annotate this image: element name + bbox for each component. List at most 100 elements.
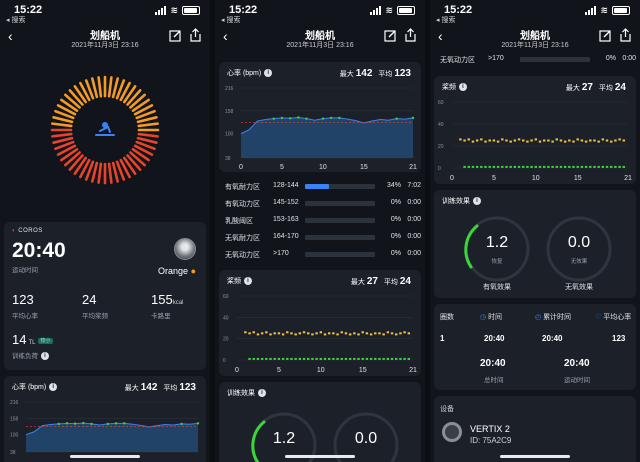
hr-chart-title: 心率 (bpm) — [227, 70, 262, 77]
status-icons: ≋ — [370, 5, 415, 16]
hr-y-tick: 38 — [10, 450, 16, 456]
stroke-point — [340, 331, 343, 334]
stroke-y-tick: 0 — [223, 358, 226, 364]
edit-icon[interactable] — [599, 29, 612, 42]
stroke-point — [538, 165, 542, 168]
hr-x-tick: 10 — [319, 164, 327, 171]
ring-segment — [97, 162, 103, 184]
stroke-point — [252, 357, 255, 360]
moving-time-value: 20:40 — [564, 358, 590, 369]
zone-bar — [305, 184, 375, 189]
zone-bar — [520, 57, 590, 62]
hr-x-tick: 15 — [360, 164, 368, 171]
zone-time: 0:00 — [407, 216, 421, 223]
info-icon[interactable]: i — [264, 69, 273, 78]
stroke-point — [551, 140, 554, 143]
zone-row: 无氧动力区 >170 0% 0:00 — [225, 250, 421, 260]
stroke-point — [551, 165, 554, 168]
device-card[interactable]: 设备 VERTIX 2 ID: 75A2C9 — [434, 396, 636, 462]
edit-icon[interactable] — [169, 29, 182, 42]
stroke-point — [269, 357, 272, 360]
ring-segment — [51, 132, 73, 138]
ring-segment — [52, 116, 74, 124]
hr-chart-stats: 最大 142 平均 123 — [124, 382, 196, 393]
stroke-point — [584, 165, 588, 168]
stroke-point — [382, 357, 385, 360]
info-icon[interactable]: i — [244, 277, 252, 286]
share-icon[interactable] — [189, 28, 202, 42]
edit-icon[interactable] — [384, 29, 397, 42]
zone-percent: 0% — [390, 216, 401, 223]
stroke-point — [568, 165, 571, 168]
stroke-point — [369, 333, 373, 336]
hr-peak-point — [57, 422, 60, 426]
info-icon[interactable]: i — [459, 83, 467, 92]
stroke-point — [614, 165, 617, 168]
stroke-point — [593, 139, 596, 142]
stroke-chart: 60 40 20 0 0 5 10 15 21 — [438, 100, 632, 182]
hr-y-tick: 158 — [10, 416, 19, 422]
calories-value: 155kcal — [151, 292, 184, 307]
hr-peak-point — [272, 117, 275, 120]
stroke-point — [463, 165, 466, 168]
hr-y-tick: 158 — [225, 109, 234, 115]
home-indicator — [285, 455, 355, 458]
stroke-point — [559, 165, 563, 168]
training-effect-card: 训练效果 i 1.2 0.0 — [219, 382, 421, 462]
avatar[interactable] — [174, 238, 196, 260]
info-icon[interactable]: i — [49, 383, 58, 392]
stroke-point — [517, 165, 521, 168]
stroke-point — [471, 165, 475, 168]
stroke-chart-stats: 最大 27 平均 24 — [350, 276, 411, 287]
stroke-point — [273, 357, 276, 360]
home-indicator — [70, 455, 140, 458]
share-icon[interactable] — [619, 28, 632, 42]
stroke-point — [589, 165, 592, 168]
battery-icon — [397, 6, 415, 15]
hr-y-tick: 38 — [225, 156, 231, 162]
stroke-point — [395, 333, 398, 336]
stroke-point — [307, 332, 310, 335]
stroke-point — [336, 357, 339, 360]
zone-bar — [305, 235, 375, 240]
stroke-point — [496, 140, 500, 143]
stroke-point — [509, 165, 512, 168]
stroke-point — [542, 139, 546, 142]
stroke-point — [294, 333, 297, 336]
stroke-point — [522, 139, 525, 142]
ring-segment — [136, 136, 158, 144]
device-name: VERTIX 2 — [470, 424, 510, 434]
hr-peak-point — [123, 422, 126, 425]
lap-avg-hr: 123 — [612, 334, 626, 343]
zone-name: 有氧动力区 — [225, 201, 260, 208]
stroke-point — [622, 165, 626, 168]
signal-icon — [585, 6, 597, 15]
stroke-chart-card: 桨频 i 最大 27 平均 24 60 40 20 0 0 5 10 15 21 — [434, 76, 636, 184]
stroke-x-tick: 5 — [492, 175, 496, 182]
stroke-point — [353, 357, 356, 360]
share-icon[interactable] — [404, 28, 417, 42]
stroke-point — [403, 357, 406, 360]
hr-chart-header: 心率 (bpm) i 最大 142 平均 123 — [12, 382, 198, 393]
stroke-point — [492, 165, 496, 168]
training-load-value: 14 TL 较小 — [12, 332, 53, 347]
ring-segment — [97, 76, 103, 98]
stroke-point — [340, 357, 343, 360]
stroke-point — [399, 357, 402, 360]
signal-icon — [370, 6, 382, 15]
stroke-point — [547, 139, 550, 142]
info-icon[interactable]: i — [258, 389, 266, 398]
stroke-point — [530, 139, 533, 142]
stroke-point — [386, 357, 390, 360]
stroke-point — [395, 357, 398, 360]
anaerobic-sub: 无效果 — [570, 259, 588, 265]
info-icon[interactable]: i — [41, 352, 49, 361]
stroke-point — [311, 357, 314, 360]
info-icon[interactable]: i — [473, 197, 481, 206]
zone-range: 164-170 — [273, 233, 299, 240]
laps-card: 圈数 ◷ 时间 ◴ 累计时间 ♡ 平均心率 1 20:40 20:40 123 … — [434, 304, 636, 390]
stroke-point — [467, 138, 470, 141]
calories-label: 卡路里 — [151, 313, 171, 320]
stroke-x-tick: 21 — [624, 175, 632, 182]
wifi-icon: ≋ — [385, 5, 393, 15]
